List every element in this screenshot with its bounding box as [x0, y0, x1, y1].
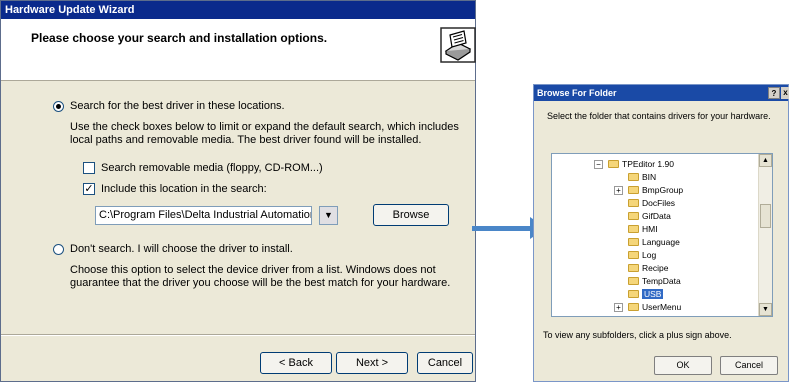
- folder-icon: [628, 250, 639, 259]
- search-best-driver-radio[interactable]: [53, 101, 64, 112]
- arrow-shaft: [472, 226, 532, 231]
- tree-item[interactable]: + UserMenu: [614, 301, 682, 314]
- folder-icon: [628, 276, 639, 285]
- tree-item-label: Language: [642, 237, 680, 247]
- tree-item-label: TPEditor 1.90: [622, 159, 674, 169]
- tree-item[interactable]: DocFiles: [628, 197, 675, 210]
- folder-icon: [628, 289, 639, 298]
- back-button[interactable]: < Back: [260, 352, 332, 374]
- tree-item-label: HMI: [642, 224, 658, 234]
- browse-for-folder-dialog: Browse For Folder ? x Select the folder …: [533, 84, 789, 382]
- browse-button[interactable]: Browse: [373, 204, 449, 226]
- folder-icon: [628, 302, 639, 311]
- folder-icon: [628, 263, 639, 272]
- expand-icon[interactable]: +: [614, 186, 623, 195]
- hardware-update-wizard-window: Hardware Update Wizard Please choose you…: [0, 0, 476, 382]
- collapse-icon[interactable]: −: [594, 160, 603, 169]
- tree-item[interactable]: Log: [628, 249, 656, 262]
- hardware-wizard-icon: [440, 27, 488, 75]
- removable-media-checkbox[interactable]: [83, 162, 95, 174]
- footer-divider-highlight: [1, 335, 475, 336]
- tree-item[interactable]: Language: [628, 236, 680, 249]
- tree-scrollbar[interactable]: ▲ ▼: [758, 154, 772, 316]
- tree-item-label: TempData: [642, 276, 681, 286]
- folder-icon: [608, 159, 619, 168]
- wizard-header-title: Please choose your search and installati…: [31, 31, 328, 45]
- tree-item[interactable]: GifData: [628, 210, 671, 223]
- folder-icon: [628, 185, 639, 194]
- search-option-description: Use the check boxes below to limit or ex…: [70, 121, 459, 146]
- tree-item[interactable]: BIN: [628, 171, 656, 184]
- help-button[interactable]: ?: [768, 87, 780, 99]
- folder-icon: [628, 237, 639, 246]
- next-button[interactable]: Next >: [336, 352, 408, 374]
- tree-item[interactable]: HMI: [628, 223, 658, 236]
- expand-icon[interactable]: +: [614, 303, 623, 312]
- tree-item[interactable]: Recipe: [628, 262, 668, 275]
- folder-icon: [628, 198, 639, 207]
- tree-item-label: UserMenu: [642, 302, 682, 312]
- close-button[interactable]: x: [781, 87, 789, 99]
- dont-search-description: Choose this option to select the device …: [70, 264, 451, 289]
- tree-item-label: Recipe: [642, 263, 669, 273]
- dont-search-label: Don't search. I will choose the driver t…: [70, 243, 293, 255]
- tree-item-label: BIN: [642, 172, 657, 182]
- subfolder-hint: To view any subfolders, click a plus sig…: [543, 330, 732, 340]
- browse-instruction: Select the folder that contains drivers …: [547, 111, 771, 121]
- cancel-button[interactable]: Cancel: [417, 352, 473, 374]
- browse-cancel-button[interactable]: Cancel: [720, 356, 778, 375]
- removable-media-label: Search removable media (floppy, CD-ROM..…: [101, 162, 323, 174]
- wizard-title-bar[interactable]: Hardware Update Wizard: [1, 1, 475, 19]
- browse-title-bar[interactable]: Browse For Folder ? x: [534, 85, 789, 101]
- tree-item-label: BmpGroup: [642, 185, 684, 195]
- scroll-down-icon[interactable]: ▼: [759, 303, 772, 316]
- tree-item[interactable]: TempData: [628, 275, 681, 288]
- dont-search-radio[interactable]: [53, 244, 64, 255]
- location-path-combobox[interactable]: C:\Program Files\Delta Industrial Automa…: [95, 206, 312, 225]
- include-location-label: Include this location in the search:: [101, 183, 267, 195]
- chevron-down-icon[interactable]: ▼: [319, 206, 338, 225]
- tree-item-label: DocFiles: [642, 198, 676, 208]
- tree-item[interactable]: + BmpGroup: [614, 184, 684, 197]
- tree-item-selected[interactable]: USB: [628, 288, 664, 301]
- include-location-checkbox[interactable]: ✓: [83, 183, 95, 195]
- tree-item-label: Log: [642, 250, 657, 260]
- wizard-header: Please choose your search and installati…: [1, 19, 476, 81]
- tree-item-label: GifData: [642, 211, 671, 221]
- tree-item-label: USB: [642, 289, 664, 299]
- folder-icon: [628, 224, 639, 233]
- tree-item[interactable]: − TPEditor 1.90: [594, 158, 674, 171]
- browse-title-text: Browse For Folder: [537, 88, 617, 98]
- scroll-up-icon[interactable]: ▲: [759, 154, 772, 167]
- search-best-driver-label: Search for the best driver in these loca…: [70, 100, 285, 112]
- folder-icon: [628, 172, 639, 181]
- folder-icon: [628, 211, 639, 220]
- folder-tree[interactable]: − TPEditor 1.90 BIN + BmpGroup DocFiles …: [551, 153, 773, 317]
- ok-button[interactable]: OK: [654, 356, 712, 375]
- scroll-thumb[interactable]: [760, 204, 771, 228]
